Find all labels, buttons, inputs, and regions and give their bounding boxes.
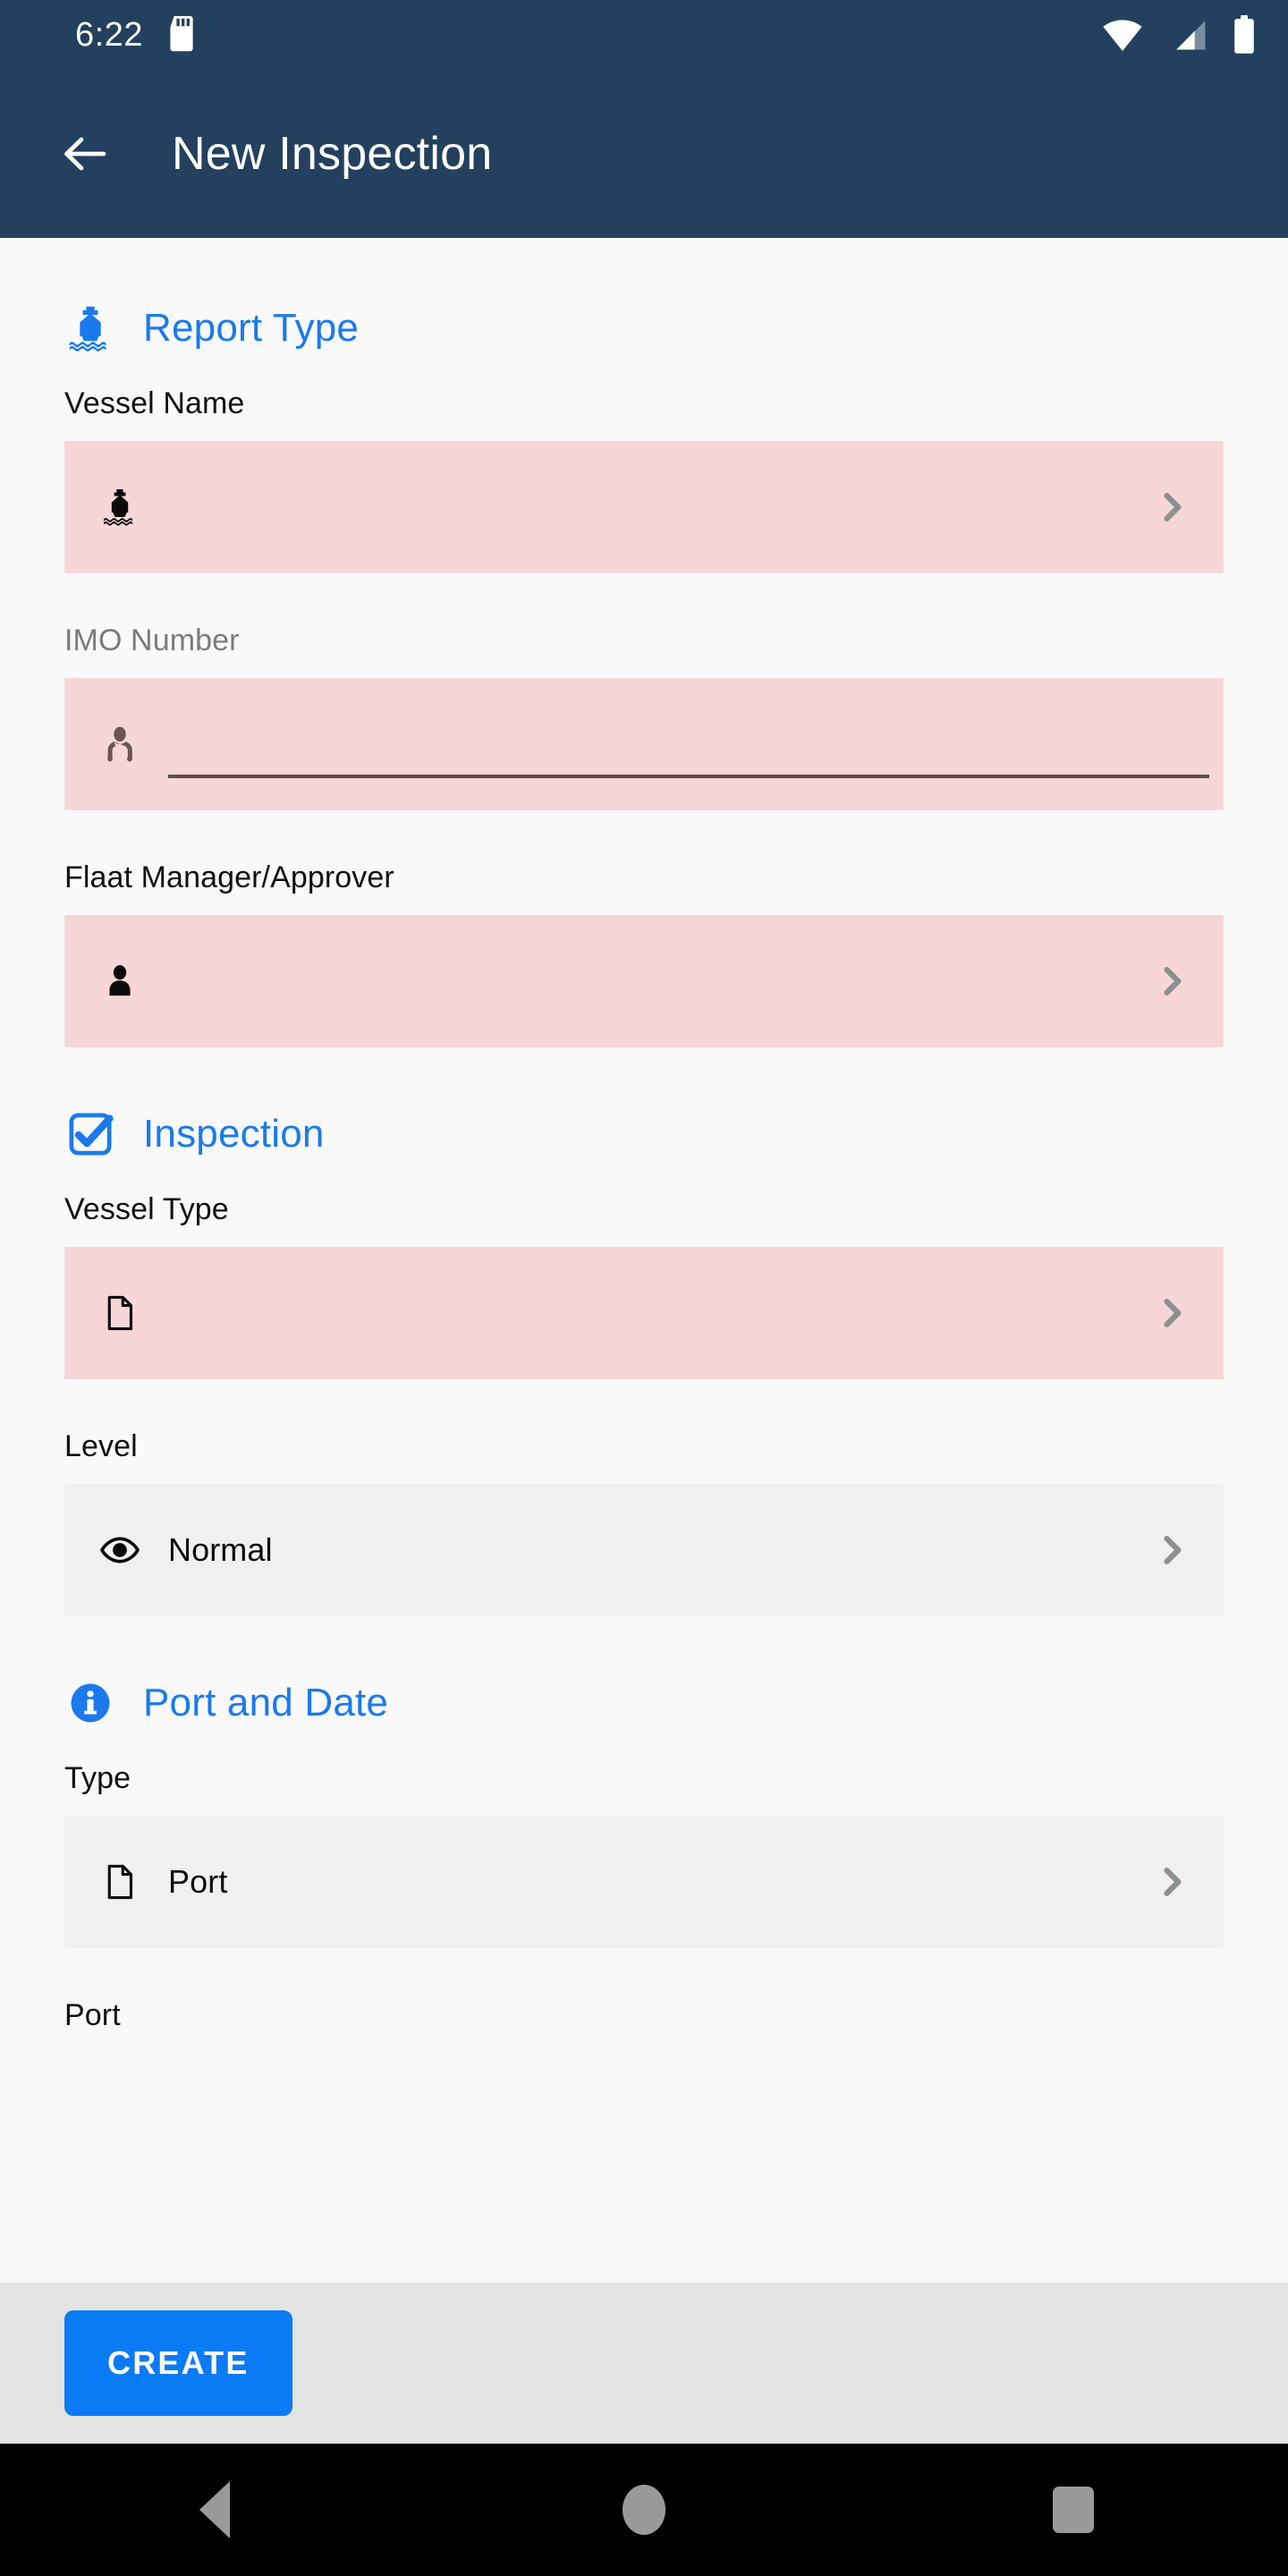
battery-icon xyxy=(1233,15,1256,55)
field-type[interactable]: Port xyxy=(64,1816,1224,1948)
field-label-imo-number: IMO Number xyxy=(64,623,240,657)
sd-card-icon xyxy=(166,16,197,54)
nav-recents-icon xyxy=(1053,2487,1094,2533)
section-header-inspection: Inspection xyxy=(64,1108,1224,1160)
section-header-report-type: Report Type xyxy=(64,302,1224,354)
imo-number-input[interactable] xyxy=(168,758,1193,810)
arrow-left-icon xyxy=(64,137,106,171)
field-label-fleet-manager: Flaat Manager/Approver xyxy=(64,860,394,894)
input-underline xyxy=(168,775,1209,778)
field-vessel-type[interactable] xyxy=(64,1247,1224,1379)
info-icon xyxy=(64,1677,116,1729)
chevron-right-icon[interactable] xyxy=(1150,1529,1193,1572)
field-label-vessel-type: Vessel Type xyxy=(64,1192,229,1226)
imo-number-input-wrap[interactable] xyxy=(168,678,1209,810)
ship-icon xyxy=(64,302,116,354)
field-vessel-name[interactable] xyxy=(64,441,1224,573)
page-title: New Inspection xyxy=(172,128,493,180)
field-imo-number[interactable] xyxy=(64,678,1224,810)
nav-home-icon xyxy=(623,2485,665,2535)
section-title: Report Type xyxy=(143,306,360,350)
checkbox-checked-icon xyxy=(64,1108,116,1160)
create-button[interactable]: CREATE xyxy=(64,2310,292,2416)
android-nav-bar xyxy=(0,2444,1288,2576)
eye-icon xyxy=(97,1527,143,1573)
phone-screen: 6:22 New Inspection Report Type Vessel N… xyxy=(0,0,1288,2576)
back-button[interactable] xyxy=(54,122,118,186)
field-label-port: Port xyxy=(64,1998,121,2032)
nav-recents-button[interactable] xyxy=(993,2444,1154,2576)
section-title: Inspection xyxy=(143,1112,325,1156)
chevron-right-icon[interactable] xyxy=(1150,1860,1193,1903)
field-value-level: Normal xyxy=(168,1531,273,1568)
section-title: Port and Date xyxy=(143,1681,389,1724)
status-bar-left-icons xyxy=(166,16,197,54)
status-bar: 6:22 xyxy=(0,0,1288,70)
cellular-signal-icon xyxy=(1168,18,1208,52)
nav-home-button[interactable] xyxy=(564,2444,724,2576)
person-stethoscope-icon xyxy=(97,721,143,767)
chevron-right-icon[interactable] xyxy=(1150,1292,1193,1335)
field-value-type: Port xyxy=(168,1863,228,1900)
chevron-right-icon[interactable] xyxy=(1150,486,1193,529)
footer-bar: CREATE xyxy=(0,2283,1288,2444)
field-label-level: Level xyxy=(64,1429,138,1463)
nav-back-button[interactable] xyxy=(134,2444,295,2576)
form-scroll-area[interactable]: Report Type Vessel Name IMO Number Flaat… xyxy=(0,238,1288,2283)
status-bar-right-icons xyxy=(1102,15,1256,55)
ship-icon xyxy=(97,484,143,530)
nav-back-icon xyxy=(199,2481,230,2538)
field-label-type: Type xyxy=(64,1761,131,1795)
document-icon xyxy=(97,1290,143,1336)
app-bar: New Inspection xyxy=(0,70,1288,238)
field-fleet-manager[interactable] xyxy=(64,915,1224,1047)
field-level[interactable]: Normal xyxy=(64,1484,1224,1616)
chevron-right-icon[interactable] xyxy=(1150,960,1193,1003)
wifi-icon xyxy=(1102,18,1143,52)
field-label-vessel-name: Vessel Name xyxy=(64,386,245,420)
section-header-port-and-date: Port and Date xyxy=(64,1677,1224,1729)
person-icon xyxy=(97,958,143,1004)
status-bar-clock: 6:22 xyxy=(75,16,143,54)
document-icon xyxy=(97,1859,143,1905)
